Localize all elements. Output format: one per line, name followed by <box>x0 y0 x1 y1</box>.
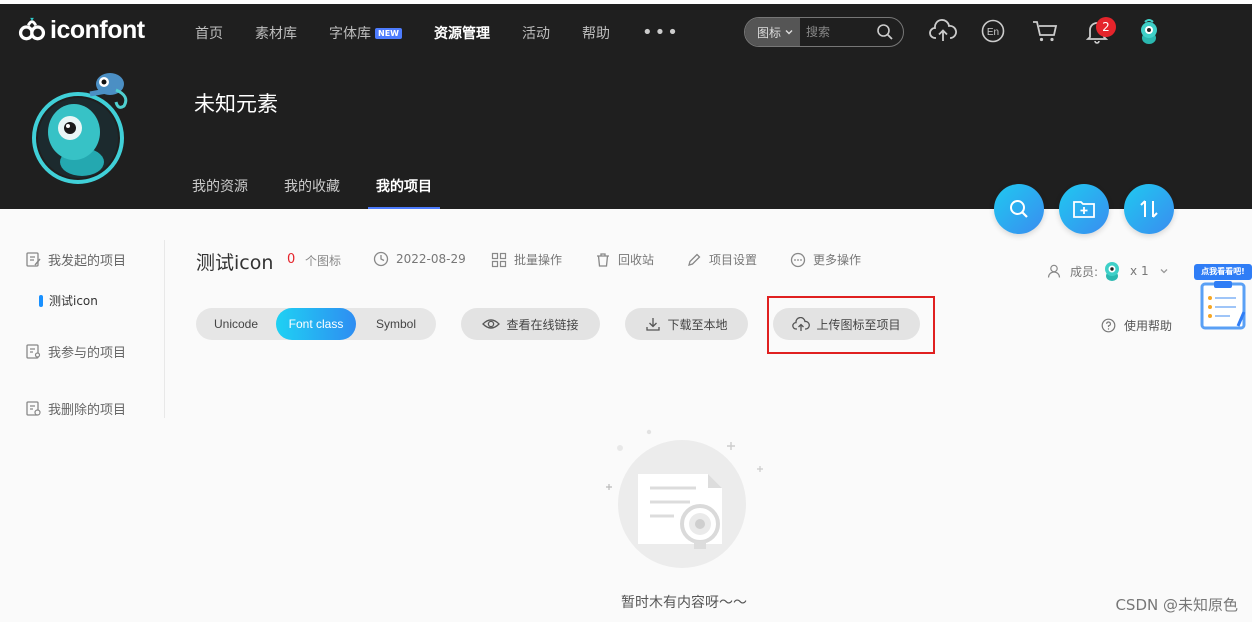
empty-state-message: 暂时木有内容呀～～ <box>0 592 1252 612</box>
icon-count-unit: 个图标 <box>305 254 342 268</box>
profile-tabs: 我的资源 我的收藏 我的项目 <box>192 176 468 209</box>
nav-item-fonts-label: 字体库 <box>329 25 371 42</box>
eye-icon <box>482 319 501 329</box>
profile-avatar <box>32 73 128 184</box>
project-date: 2022-08-29 <box>373 251 466 267</box>
search-icon <box>1010 200 1028 218</box>
mode-font-class-button[interactable]: Font class <box>276 308 356 340</box>
search-box: 图标 <box>744 17 904 47</box>
empty-state-text: 暂时木有内容呀～～ <box>621 595 747 611</box>
usage-help-label: 使用帮助 <box>1124 319 1173 333</box>
logo-text: iconfont <box>50 16 145 44</box>
code-mode-switch: Unicode Font class Symbol <box>196 308 436 340</box>
search-input[interactable] <box>806 25 875 39</box>
nav-more-button[interactable]: ••• <box>642 22 680 43</box>
top-nav: iconfont 首页 素材库 字体库 NEW 资源管理 活动 帮助 ••• 图标… <box>0 4 1252 60</box>
more-actions-button[interactable]: 更多操作 <box>790 251 861 268</box>
project-settings-button[interactable]: 项目设置 <box>686 251 757 268</box>
download-icon <box>646 318 661 331</box>
tab-my-projects[interactable]: 我的项目 <box>368 176 440 209</box>
upload-cloud-icon[interactable] <box>929 19 957 43</box>
highlight-annotation-box <box>767 296 935 354</box>
notification-count-badge: 2 <box>1096 17 1116 37</box>
view-online-link-button[interactable]: 查看在线链接 <box>461 308 600 340</box>
csdn-watermark: CSDN @未知原色 <box>1115 596 1238 614</box>
download-local-label: 下载至本地 <box>667 317 728 332</box>
chevron-down-icon <box>785 30 793 35</box>
project-date-value: 2022-08-29 <box>396 252 466 266</box>
sidebar-item-my-deleted[interactable]: 我删除的项目 <box>25 399 126 418</box>
search-icon[interactable] <box>876 23 894 41</box>
edit-doc-icon <box>26 252 41 267</box>
trash-icon <box>597 252 609 267</box>
batch-operation-button[interactable]: 批量操作 <box>491 251 562 268</box>
more-circle-icon <box>790 252 806 267</box>
grid-icon <box>491 252 507 267</box>
question-circle-icon <box>1101 318 1116 333</box>
download-local-button[interactable]: 下载至本地 <box>625 308 748 340</box>
sidebar-project-item[interactable]: 测试icon <box>39 292 98 309</box>
user-icon <box>1047 264 1061 278</box>
sidebar-item-label: 我发起的项目 <box>48 254 127 269</box>
nav-item-fonts[interactable]: 字体库 NEW <box>329 23 402 43</box>
sidebar-project-label: 测试icon <box>49 294 98 308</box>
nav-item-library[interactable]: 素材库 <box>255 23 297 43</box>
avatar[interactable] <box>1137 18 1161 46</box>
batch-operation-label: 批量操作 <box>514 253 563 267</box>
nav-item-home[interactable]: 首页 <box>195 23 223 43</box>
search-type-select[interactable]: 图标 <box>745 18 801 46</box>
nav-item-help[interactable]: 帮助 <box>582 23 610 43</box>
mode-unicode-button[interactable]: Unicode <box>196 308 276 340</box>
floating-guide-label: 点我看看吧! <box>1194 264 1252 280</box>
project-title: 测试icon <box>196 252 274 274</box>
fab-sort-button[interactable] <box>1124 184 1174 234</box>
project-settings-label: 项目设置 <box>709 253 758 267</box>
sidebar-item-my-joined[interactable]: 我参与的项目 <box>25 342 126 361</box>
pencil-icon <box>688 253 701 266</box>
chameleon-logo-icon <box>18 17 46 40</box>
members-label: 成员: <box>1070 264 1099 279</box>
active-marker <box>39 294 43 307</box>
usage-help-link[interactable]: 使用帮助 <box>1101 317 1172 334</box>
view-online-link-label: 查看在线链接 <box>506 317 579 332</box>
fab-search-button[interactable] <box>994 184 1044 234</box>
new-badge: NEW <box>375 27 402 39</box>
sort-arrows-icon <box>1140 200 1158 218</box>
chevron-down-icon <box>1160 269 1168 274</box>
mode-symbol-button[interactable]: Symbol <box>356 308 436 340</box>
tab-my-favorites[interactable]: 我的收藏 <box>284 176 340 209</box>
main-nav: 首页 素材库 字体库 NEW 资源管理 活动 帮助 ••• <box>195 22 712 43</box>
members-info[interactable]: 成员: x 1 <box>1047 260 1169 282</box>
search-type-label: 图标 <box>757 25 782 40</box>
logo[interactable]: iconfont <box>18 16 145 45</box>
clock-icon <box>373 251 389 267</box>
project-sidebar: 我发起的项目 测试icon 我参与的项目 我删除的项目 <box>25 240 165 418</box>
members-count: x 1 <box>1130 264 1149 278</box>
sidebar-item-label: 我参与的项目 <box>48 346 127 361</box>
nav-item-activity[interactable]: 活动 <box>522 23 550 43</box>
floating-guide-widget[interactable]: 点我看看吧! <box>1194 264 1252 334</box>
member-avatar <box>1105 262 1120 281</box>
svg-text:En: En <box>987 27 999 38</box>
folder-add-icon <box>1073 201 1095 218</box>
sidebar-item-label: 我删除的项目 <box>48 403 127 418</box>
cart-icon[interactable] <box>1031 19 1059 43</box>
profile-name: 未知元素 <box>194 92 278 116</box>
language-en-icon[interactable]: En <box>981 19 1005 43</box>
fab-new-folder-button[interactable] <box>1059 184 1109 234</box>
recycle-bin-label: 回收站 <box>618 253 655 267</box>
sidebar-item-my-created[interactable]: 我发起的项目 <box>25 250 126 269</box>
nav-item-resources[interactable]: 资源管理 <box>434 23 490 43</box>
empty-state-illustration <box>606 429 763 568</box>
recycle-bin-button[interactable]: 回收站 <box>595 251 654 268</box>
checklist-board-icon <box>1200 281 1246 330</box>
tab-my-resources[interactable]: 我的资源 <box>192 176 248 209</box>
doc-delete-icon <box>26 401 41 416</box>
more-actions-label: 更多操作 <box>813 253 862 267</box>
doc-user-icon <box>26 344 41 359</box>
icon-count: 0 <box>287 252 296 267</box>
